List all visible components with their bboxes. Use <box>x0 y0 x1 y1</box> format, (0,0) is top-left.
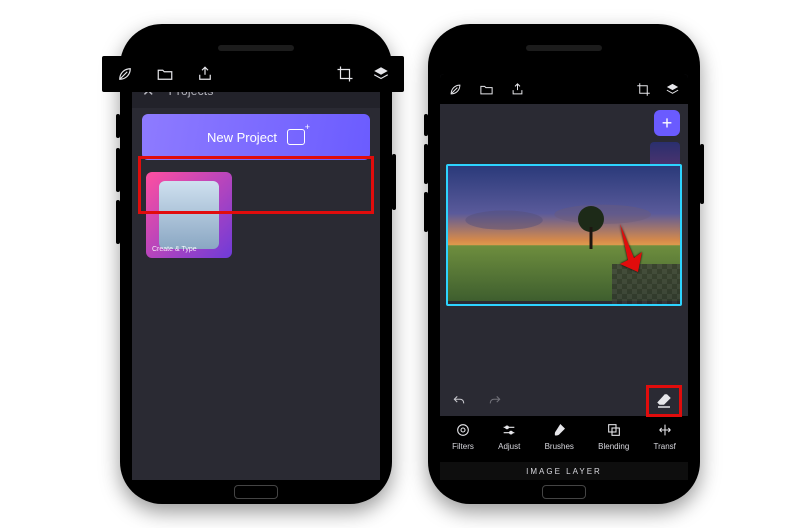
image-layer-label: IMAGE LAYER <box>526 467 602 476</box>
side-button <box>424 192 428 232</box>
side-button <box>424 144 428 184</box>
canvas-tree <box>573 205 609 249</box>
thumbnail-caption: Create & Type <box>152 246 197 253</box>
side-button <box>424 114 428 136</box>
blending-icon <box>606 421 622 439</box>
side-button <box>116 148 120 192</box>
folder-icon[interactable] <box>156 65 174 83</box>
phone-left: ✕ Projects New Project Create & Type <box>120 24 392 504</box>
side-button <box>700 144 704 204</box>
redo-icon[interactable] <box>486 394 504 408</box>
canvas-area: + <box>440 104 688 386</box>
annotation-highlight-eraser <box>646 385 682 417</box>
plus-icon: + <box>662 114 673 132</box>
screen-right: + <box>440 74 688 480</box>
overlay-toolbar <box>102 56 404 92</box>
side-button <box>392 154 396 210</box>
image-layer-footer: IMAGE LAYER <box>440 462 688 480</box>
transform-icon <box>657 421 673 439</box>
thumbnail-image <box>159 181 219 249</box>
tool-label: Filters <box>452 442 474 451</box>
image-canvas[interactable] <box>446 164 682 306</box>
side-button <box>116 200 120 244</box>
crop-icon[interactable] <box>636 82 651 97</box>
editor-toolbar <box>440 74 688 104</box>
crop-icon[interactable] <box>336 65 354 83</box>
leaf-icon[interactable] <box>448 82 463 97</box>
layers-icon[interactable] <box>665 82 680 97</box>
tool-brushes[interactable]: Brushes <box>545 421 574 451</box>
tool-filters[interactable]: Filters <box>452 421 474 451</box>
home-button-outline <box>542 485 586 499</box>
tool-blending[interactable]: Blending <box>598 421 629 451</box>
brushes-icon <box>551 421 567 439</box>
filters-icon <box>455 421 471 439</box>
tool-label: Brushes <box>545 442 574 451</box>
adjust-icon <box>501 421 517 439</box>
new-project-label: New Project <box>207 130 277 145</box>
annotation-arrow <box>614 222 648 280</box>
tool-adjust[interactable]: Adjust <box>498 421 520 451</box>
leaf-icon[interactable] <box>116 65 134 83</box>
layers-icon[interactable] <box>372 65 390 83</box>
tool-label: Blending <box>598 442 629 451</box>
new-project-button[interactable]: New Project <box>142 114 370 160</box>
folder-icon[interactable] <box>479 82 494 97</box>
side-button <box>116 114 120 138</box>
add-image-icon <box>287 129 305 145</box>
tool-transform[interactable]: Transf <box>654 421 676 451</box>
undo-icon[interactable] <box>450 394 468 408</box>
project-thumbnail[interactable]: Create & Type <box>146 172 232 258</box>
screen-left: ✕ Projects New Project Create & Type <box>132 74 380 480</box>
home-button-outline <box>234 485 278 499</box>
phone-right: + <box>428 24 700 504</box>
undo-redo-row <box>440 386 688 416</box>
share-icon[interactable] <box>510 82 525 97</box>
tool-row: Filters Adjust Brushes Blending Transf <box>440 416 688 462</box>
tool-label: Adjust <box>498 442 520 451</box>
tool-label: Transf <box>654 442 676 451</box>
phone-notch <box>504 36 624 60</box>
add-layer-button[interactable]: + <box>654 110 680 136</box>
share-icon[interactable] <box>196 65 214 83</box>
